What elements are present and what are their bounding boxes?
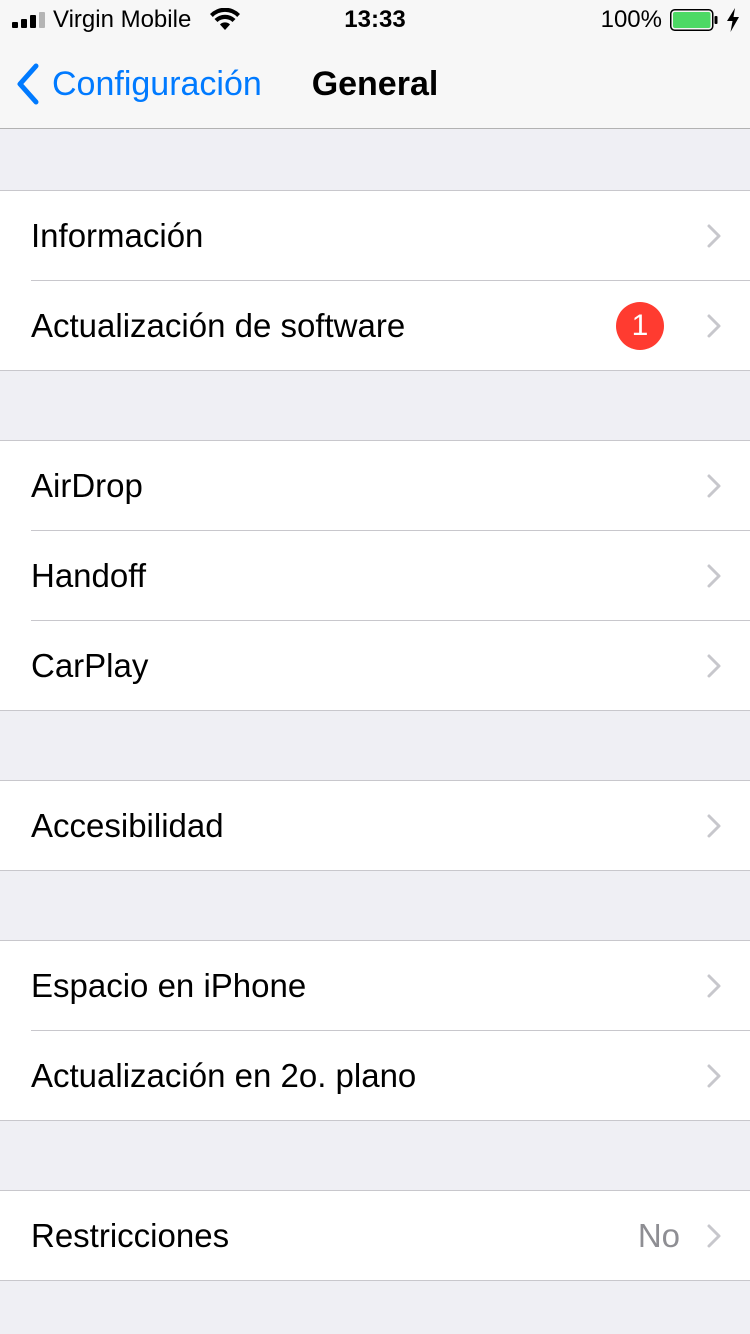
status-bar: Virgin Mobile 13:33 100% (0, 0, 750, 40)
settings-group-restrictions: Restricciones No (0, 1190, 750, 1281)
chevron-right-icon (707, 224, 721, 247)
row-espacio-iphone[interactable]: Espacio en iPhone (0, 941, 750, 1030)
row-informacion[interactable]: Información (0, 191, 750, 280)
battery-icon (670, 9, 718, 31)
settings-group-storage: Espacio en iPhone Actualización en 2o. p… (0, 940, 750, 1121)
battery-percent: 100% (600, 6, 662, 33)
row-label: Restricciones (31, 1216, 230, 1254)
charging-icon (727, 8, 739, 32)
chevron-right-icon (707, 974, 721, 997)
row-label: CarPlay (31, 646, 149, 684)
row-actualizacion-software[interactable]: Actualización de software 1 (0, 280, 750, 370)
row-label: Actualización de software (31, 306, 406, 344)
row-label: Espacio en iPhone (31, 966, 307, 1004)
chevron-right-icon (707, 1224, 721, 1247)
row-airdrop[interactable]: AirDrop (0, 441, 750, 530)
notification-badge: 1 (616, 301, 664, 350)
row-actualizacion-segundo-plano[interactable]: Actualización en 2o. plano (0, 1030, 750, 1120)
row-label: AirDrop (31, 466, 143, 504)
settings-group-about: Información Actualización de software 1 (0, 190, 750, 371)
row-accesibilidad[interactable]: Accesibilidad (0, 781, 750, 870)
page-title: General (311, 65, 439, 103)
settings-group-accessibility: Accesibilidad (0, 780, 750, 871)
row-label: Accesibilidad (31, 806, 224, 844)
chevron-right-icon (707, 474, 721, 497)
row-value: No (637, 1216, 680, 1254)
chevron-right-icon (707, 814, 721, 837)
chevron-right-icon (707, 564, 721, 587)
row-carplay[interactable]: CarPlay (0, 620, 750, 710)
row-label: Actualización en 2o. plano (31, 1056, 417, 1094)
row-handoff[interactable]: Handoff (0, 530, 750, 620)
navigation-bar: Configuración General (0, 40, 750, 129)
settings-general-screen: Virgin Mobile 13:33 100% Configuración G… (0, 0, 750, 1334)
settings-group-continuity: AirDrop Handoff CarPlay (0, 440, 750, 711)
chevron-right-icon (707, 1064, 721, 1087)
row-label: Información (31, 216, 204, 254)
row-restricciones[interactable]: Restricciones No (0, 1191, 750, 1280)
row-label: Handoff (31, 556, 146, 594)
chevron-right-icon (707, 654, 721, 677)
chevron-right-icon (707, 314, 721, 337)
